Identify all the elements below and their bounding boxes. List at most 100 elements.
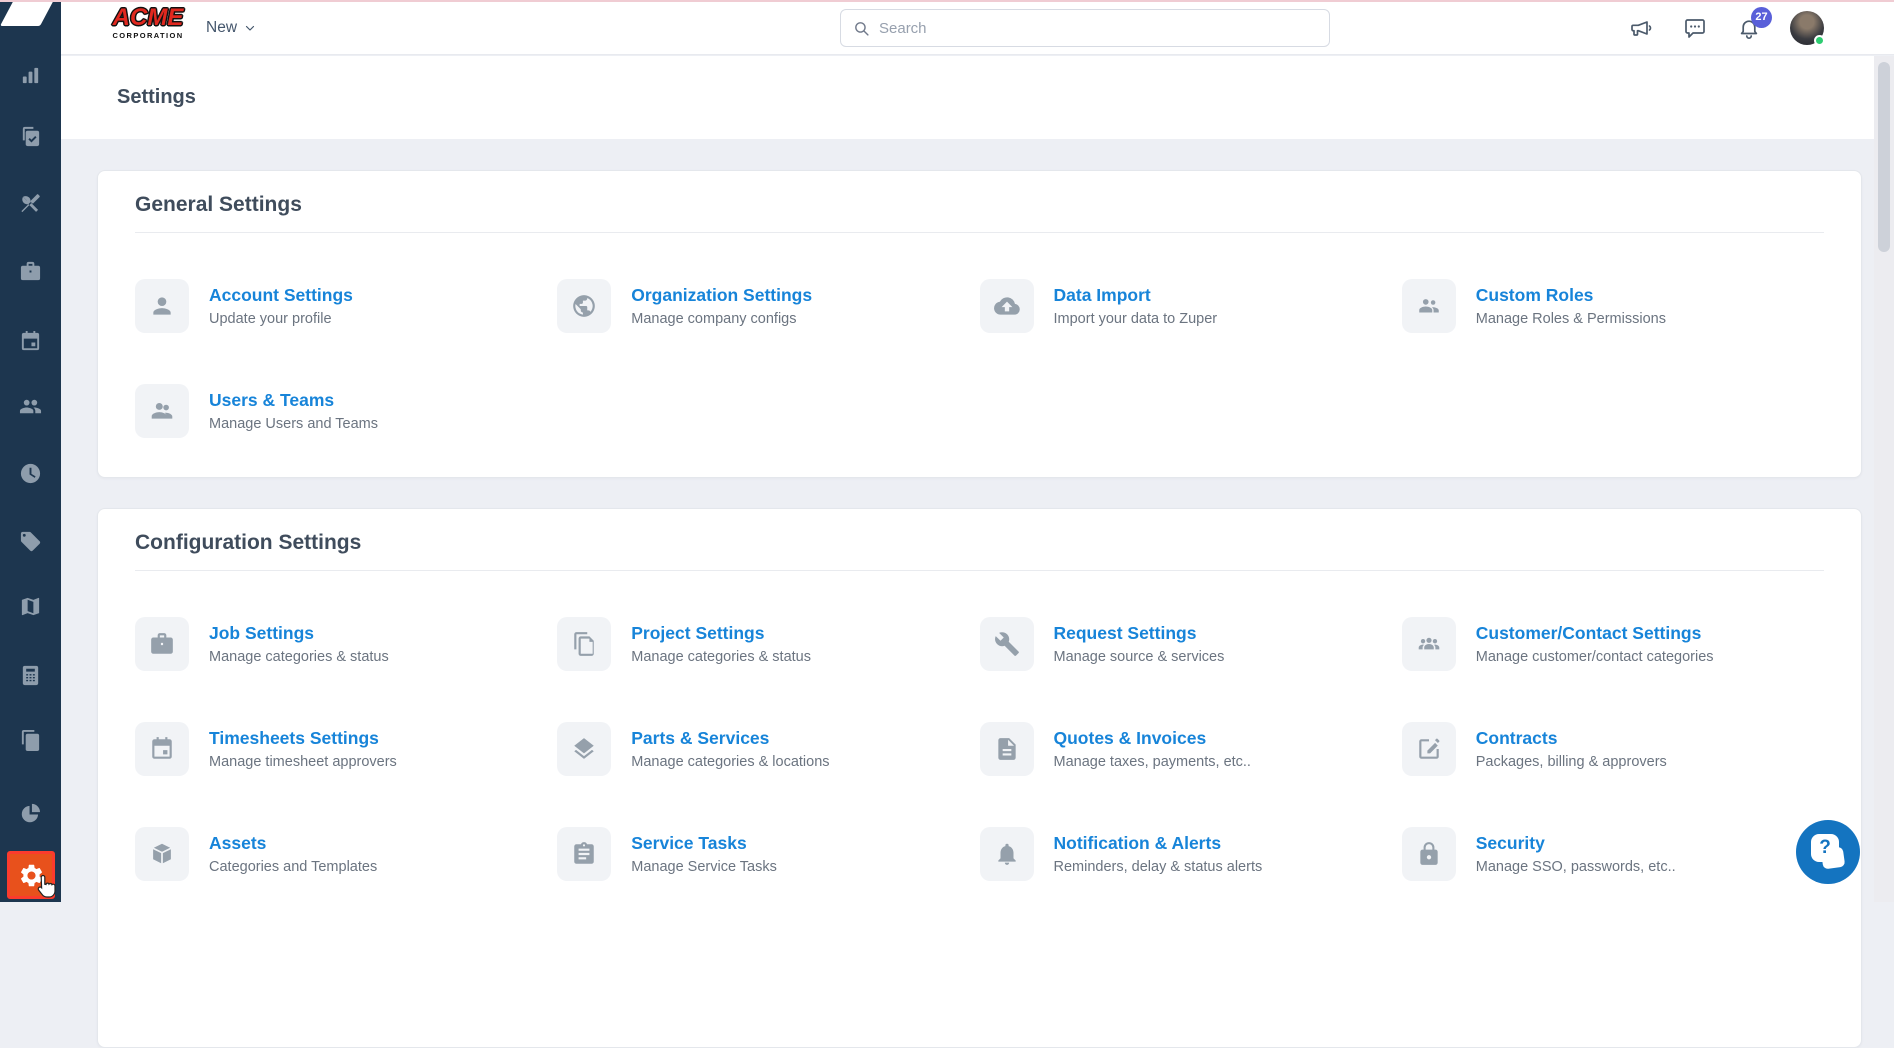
settings-item-title[interactable]: Customer/Contact Settings — [1476, 623, 1714, 643]
settings-item-title[interactable]: Request Settings — [1054, 623, 1225, 643]
top-accent-line — [0, 0, 1894, 2]
settings-item-title[interactable]: Security — [1476, 833, 1676, 853]
pie-chart-icon — [21, 803, 40, 822]
settings-item-subtitle: Manage categories & locations — [631, 754, 830, 771]
sidebar-item-analytics[interactable] — [0, 60, 61, 90]
settings-item-quotes-invoices[interactable]: Quotes & Invoices Manage taxes, payments,… — [979, 722, 1402, 776]
search-icon — [855, 21, 869, 36]
settings-item-title[interactable]: Timesheets Settings — [209, 728, 397, 748]
search-input[interactable] — [879, 19, 1317, 37]
sidebar-item-clock[interactable] — [0, 458, 61, 488]
settings-item-title[interactable]: Organization Settings — [631, 285, 812, 305]
section-title-general: General Settings — [135, 193, 302, 216]
settings-item-title[interactable]: Assets — [209, 833, 377, 853]
settings-item-text: Security Manage SSO, passwords, etc.. — [1476, 827, 1676, 875]
settings-item-job-settings[interactable]: Job Settings Manage categories & status — [135, 617, 557, 671]
settings-item-title[interactable]: Quotes & Invoices — [1054, 728, 1251, 748]
settings-item-account-settings[interactable]: Account Settings Update your profile — [135, 279, 557, 333]
acme-logo[interactable]: ACME CORPORATION — [103, 4, 193, 41]
global-search — [840, 9, 1330, 47]
topbar: ACME CORPORATION New 27 — [61, 0, 1894, 55]
sidebar-item-map[interactable] — [0, 591, 61, 621]
zuper-logo-mark — [0, 0, 56, 26]
chat-bubble-icon — [1685, 18, 1705, 38]
settings-item-subtitle: Manage customer/contact categories — [1475, 649, 1714, 666]
settings-item-contracts[interactable]: Contracts Packages, billing & approvers — [1401, 722, 1824, 776]
general-settings-card: General Settings Account Settings Update … — [97, 170, 1862, 478]
general-settings-grid: Account Settings Update your profile Organ… — [135, 279, 1824, 438]
settings-item-assets[interactable]: Assets Categories and Templates — [135, 827, 557, 881]
people-three-icon — [1401, 617, 1456, 671]
notifications-button[interactable]: 27 — [1736, 6, 1772, 41]
settings-item-title[interactable]: Service Tasks — [631, 833, 777, 853]
settings-item-timesheets-settings[interactable]: Timesheets Settings Manage timesheet appr… — [135, 722, 557, 776]
sidebar — [0, 0, 61, 902]
clipboard-icon — [557, 827, 612, 881]
settings-item-service-tasks[interactable]: Service Tasks Manage Service Tasks — [557, 827, 979, 881]
briefcase-icon — [20, 261, 41, 280]
sidebar-item-calendar[interactable] — [0, 326, 61, 356]
settings-item-title[interactable]: Data Import — [1054, 285, 1218, 305]
announcements-button[interactable] — [1628, 15, 1654, 41]
chevron-down-icon — [245, 25, 255, 31]
settings-item-title[interactable]: Notification & Alerts — [1054, 833, 1263, 853]
sidebar-item-pie-chart[interactable] — [0, 798, 61, 828]
settings-item-title[interactable]: Parts & Services — [631, 728, 829, 748]
sidebar-item-documents[interactable] — [0, 725, 61, 755]
settings-item-title[interactable]: Project Settings — [631, 623, 811, 643]
settings-item-title[interactable]: Custom Roles — [1476, 285, 1666, 305]
settings-item-title[interactable]: Account Settings — [209, 285, 353, 305]
settings-item-text: Contracts Packages, billing & approvers — [1476, 722, 1667, 770]
settings-item-notification-alerts[interactable]: Notification & Alerts Reminders, delay & … — [979, 827, 1402, 881]
online-status-dot — [1814, 34, 1825, 46]
sidebar-item-users[interactable] — [0, 391, 61, 421]
settings-item-text: Quotes & Invoices Manage taxes, payments,… — [1054, 722, 1251, 770]
bell-icon — [979, 827, 1034, 881]
tag-icon — [20, 531, 41, 551]
settings-item-text: Service Tasks Manage Service Tasks — [631, 827, 777, 875]
analytics-icon — [22, 67, 39, 83]
settings-item-organization-settings[interactable]: Organization Settings Manage company conf… — [557, 279, 979, 333]
sidebar-item-tasks[interactable] — [0, 121, 61, 151]
page-title: Settings — [117, 86, 196, 108]
cloud-upload-icon — [979, 279, 1034, 333]
scrollbar-thumb[interactable] — [1878, 62, 1890, 252]
tasks-icon — [22, 126, 40, 146]
settings-item-title[interactable]: Users & Teams — [209, 390, 378, 410]
sidebar-item-tag[interactable] — [0, 526, 61, 556]
settings-item-subtitle: Import your data to Zuper — [1053, 311, 1218, 328]
settings-item-security[interactable]: Security Manage SSO, passwords, etc.. — [1401, 827, 1824, 881]
wrench-icon — [979, 617, 1034, 671]
settings-item-users-teams[interactable]: Users & Teams Manage Users and Teams — [135, 384, 557, 438]
sidebar-item-tools[interactable] — [0, 188, 61, 218]
new-dropdown-label: New — [206, 18, 238, 36]
settings-item-customer-contact-settings[interactable]: Customer/Contact Settings Manage customer… — [1401, 617, 1824, 671]
settings-item-text: Timesheets Settings Manage timesheet appr… — [209, 722, 397, 770]
notification-badge: 27 — [1751, 6, 1772, 28]
messages-button[interactable] — [1682, 15, 1708, 41]
users-two-icon — [135, 384, 189, 438]
sidebar-item-calculator[interactable] — [0, 660, 61, 690]
scrollbar-track[interactable] — [1874, 56, 1894, 902]
acme-logo-text: ACME — [112, 4, 184, 31]
doc-lines-icon — [979, 722, 1034, 776]
user-avatar[interactable] — [1790, 10, 1825, 46]
new-dropdown[interactable]: New — [206, 0, 256, 55]
settings-item-subtitle: Reminders, delay & status alerts — [1053, 859, 1263, 876]
settings-item-project-settings[interactable]: Project Settings Manage categories & stat… — [557, 617, 979, 671]
sidebar-item-briefcase[interactable] — [0, 256, 61, 286]
layers-icon — [557, 722, 612, 776]
settings-item-text: Parts & Services Manage categories & loca… — [631, 722, 829, 770]
settings-item-title[interactable]: Contracts — [1476, 728, 1667, 748]
page-header: Settings — [61, 56, 1894, 139]
documents-icon — [21, 729, 40, 751]
help-button[interactable]: ? — [1796, 820, 1860, 884]
settings-item-data-import[interactable]: Data Import Import your data to Zuper — [979, 279, 1402, 333]
settings-item-text: Data Import Import your data to Zuper — [1054, 279, 1218, 327]
tools-icon — [21, 193, 40, 212]
map-icon — [21, 597, 40, 615]
settings-item-request-settings[interactable]: Request Settings Manage source & services — [979, 617, 1402, 671]
settings-item-parts-services[interactable]: Parts & Services Manage categories & loca… — [557, 722, 979, 776]
settings-item-custom-roles[interactable]: Custom Roles Manage Roles & Permissions — [1401, 279, 1824, 333]
settings-item-title[interactable]: Job Settings — [209, 623, 389, 643]
